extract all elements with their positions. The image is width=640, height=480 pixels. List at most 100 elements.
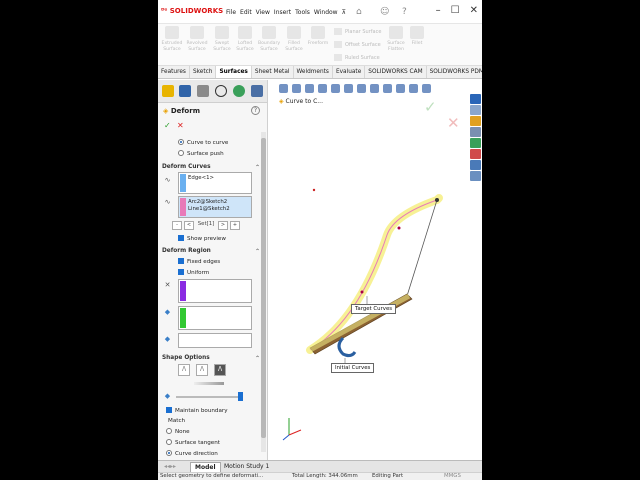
tab-motion-study-1[interactable]: Motion Study 1 [220, 462, 273, 471]
menu-window[interactable]: Window [314, 9, 338, 16]
dimxpert-icon[interactable] [215, 85, 227, 97]
tab-surfaces[interactable]: Surfaces [216, 66, 252, 78]
menu-tools[interactable]: Tools [295, 9, 310, 16]
fillet-icon [410, 26, 424, 39]
tab-scroll-arrows[interactable]: ◂◂▸▸ [160, 462, 180, 471]
bodies-list[interactable] [178, 333, 252, 348]
option-surface-push[interactable]: Surface push [178, 150, 224, 157]
deform-region-header[interactable]: Deform Region ⌃ [162, 248, 260, 255]
initial-curves-list[interactable]: Edge<1> [178, 172, 252, 194]
uniform-checkbox[interactable]: Uniform [178, 269, 209, 276]
lofted-surface-icon [238, 26, 252, 39]
list-item[interactable]: Line1@Sketch2 [188, 206, 249, 213]
set-navigator: - < Set[1] > + [172, 221, 240, 230]
triad-z-axis [282, 434, 290, 441]
vertex-marker[interactable] [397, 226, 401, 230]
stiffness-min-button[interactable]: ᐱ [178, 364, 190, 376]
menu-file[interactable]: File [226, 9, 236, 16]
match-none-option[interactable]: None [166, 428, 190, 435]
stiffness-max-icon: ᐱ [217, 366, 223, 373]
option-curve-to-curve[interactable]: Curve to curve [178, 139, 228, 146]
chevron-up-icon[interactable]: ⌃ [255, 248, 260, 255]
maximize-button[interactable]: ☐ [451, 5, 460, 16]
shape-options-header[interactable]: Shape Options ⌃ [162, 355, 260, 362]
add-set-button[interactable]: + [230, 221, 240, 230]
list-item[interactable]: Arc2@Sketch2 [188, 199, 249, 206]
ok-button[interactable]: ✓ [164, 121, 171, 130]
endpoint-marker[interactable] [435, 198, 439, 202]
target-curves-callout[interactable]: Target Curves [351, 304, 397, 314]
help-icon[interactable]: ? [402, 7, 407, 17]
status-units[interactable]: MMGS [444, 473, 461, 479]
ruled-surface-button[interactable]: Ruled Surface [334, 54, 380, 61]
stiffness-max-button[interactable]: ᐱ [214, 364, 226, 376]
checkbox-checked-icon [178, 235, 184, 241]
shape-accuracy-icon: ◆ [164, 392, 171, 400]
solidworks-logo: ᴰˢ SOLIDWORKS [161, 7, 224, 15]
display-manager-icon[interactable] [233, 85, 245, 97]
maintain-boundary-checkbox[interactable]: Maintain boundary [166, 407, 228, 414]
tab-sheet-metal[interactable]: Sheet Metal [252, 66, 294, 78]
match-curve-direction-option[interactable]: Curve direction [166, 450, 218, 457]
graphics-area[interactable]: ◈ Curve to C... ✓ ✕ Target Curves Initia… [269, 80, 482, 460]
initial-curve-color-stripe [180, 174, 186, 192]
target-curve-icon: ∿ [164, 198, 171, 206]
extruded-surface-button[interactable]: Extruded Surface [160, 26, 184, 52]
fillet-button[interactable]: Fillet [405, 26, 429, 47]
tab-features[interactable]: Features [158, 66, 190, 78]
vertex-marker[interactable] [360, 290, 364, 294]
close-button[interactable]: ✕ [470, 5, 478, 16]
home-icon[interactable]: ⌂ [356, 7, 362, 17]
initial-curves-callout[interactable]: Initial Curves [331, 363, 375, 373]
pin-icon[interactable]: ⊼ [342, 9, 346, 16]
additional-faces-icon: ◆ [164, 308, 171, 316]
configuration-manager-icon[interactable] [197, 85, 209, 97]
tab-solidworks-pdm[interactable]: SOLIDWORKS PDM [427, 66, 482, 78]
fixed-edges-checkbox[interactable]: Fixed edges [178, 258, 220, 265]
model-view [282, 188, 443, 441]
user-icon[interactable]: ☺ [380, 7, 389, 17]
chevron-up-icon[interactable]: ⌃ [255, 164, 260, 171]
list-item[interactable]: Edge<1> [188, 175, 249, 182]
stiffness-medium-button[interactable]: ᐱ [196, 364, 208, 376]
feature-manager-icon[interactable] [162, 85, 174, 97]
tab-model[interactable]: Model [190, 462, 221, 472]
minimize-button[interactable]: – [436, 5, 441, 16]
rotate-handle-icon[interactable] [337, 336, 357, 358]
tab-sketch[interactable]: Sketch [190, 66, 217, 78]
filled-surface-button[interactable]: Filled Surface [282, 26, 306, 52]
freeform-button[interactable]: Freeform [306, 26, 330, 47]
menu-edit[interactable]: Edit [240, 9, 252, 16]
swept-surface-button[interactable]: Swept Surface [210, 26, 234, 52]
tab-weldments[interactable]: Weldments [294, 66, 333, 78]
lofted-surface-button[interactable]: Lofted Surface [233, 26, 257, 52]
tab-evaluate[interactable]: Evaluate [333, 66, 366, 78]
planar-surface-button[interactable]: Planar Surface [334, 28, 381, 35]
radio-selected-icon [166, 450, 172, 456]
match-surface-tangent-option[interactable]: Surface tangent [166, 439, 220, 446]
boundary-surface-button[interactable]: Boundary Surface [257, 26, 281, 52]
previous-set-button[interactable]: < [184, 221, 194, 230]
scrollbar-thumb[interactable] [261, 138, 266, 438]
menu-insert[interactable]: Insert [274, 9, 291, 16]
tab-solidworks-cam[interactable]: SOLIDWORKS CAM [365, 66, 427, 78]
cam-manager-icon[interactable] [251, 85, 263, 97]
next-set-button[interactable]: > [218, 221, 228, 230]
target-curves-list[interactable]: Arc2@Sketch2 Line1@Sketch2 [178, 196, 252, 218]
ruled-surface-icon [334, 54, 342, 61]
chevron-up-icon[interactable]: ⌃ [255, 355, 260, 362]
shape-accuracy-slider[interactable] [176, 396, 240, 398]
deform-curves-header[interactable]: Deform Curves ⌃ [162, 164, 260, 171]
menu-view[interactable]: View [256, 9, 270, 16]
status-message: Select geometry to define deformati... [160, 473, 264, 479]
revolved-surface-button[interactable]: Revolved Surface [185, 26, 209, 52]
slider-thumb[interactable] [238, 392, 243, 401]
show-preview-checkbox[interactable]: Show preview [178, 235, 226, 242]
property-manager-icon[interactable] [179, 85, 191, 97]
offset-surface-button[interactable]: Offset Surface [334, 41, 381, 48]
fixed-edges-list[interactable] [178, 279, 252, 303]
cancel-button[interactable]: ✕ [177, 121, 184, 130]
additional-faces-list[interactable] [178, 306, 252, 330]
remove-set-button[interactable]: - [172, 221, 182, 230]
help-button[interactable]: ? [251, 106, 260, 115]
